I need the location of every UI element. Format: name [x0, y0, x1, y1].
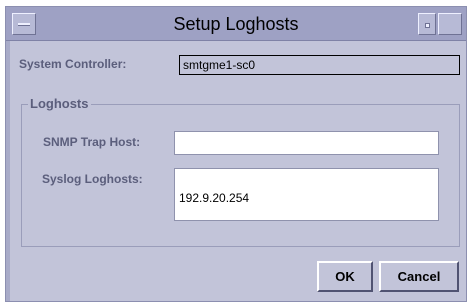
window-title: Setup Loghosts	[173, 14, 299, 34]
ok-button[interactable]: OK	[317, 261, 373, 292]
system-controller-field: smtgme1-sc0	[179, 55, 460, 75]
setup-loghosts-dialog: Setup Loghosts System Controller: smtgme…	[5, 6, 467, 302]
cancel-button[interactable]: Cancel	[379, 261, 459, 292]
minimize-icon	[425, 23, 430, 28]
maximize-button[interactable]	[438, 13, 462, 35]
title-bar[interactable]: Setup Loghosts	[6, 7, 466, 41]
syslog-loghosts-textarea[interactable]: 192.9.20.254	[174, 168, 439, 221]
loghosts-legend: Loghosts	[28, 96, 91, 111]
system-controller-label: System Controller:	[19, 57, 127, 71]
syslog-loghosts-label: Syslog Loghosts:	[42, 172, 143, 186]
snmp-trap-host-input[interactable]	[174, 131, 439, 155]
snmp-trap-host-label: SNMP Trap Host:	[43, 135, 141, 149]
minimize-button[interactable]	[418, 13, 436, 35]
